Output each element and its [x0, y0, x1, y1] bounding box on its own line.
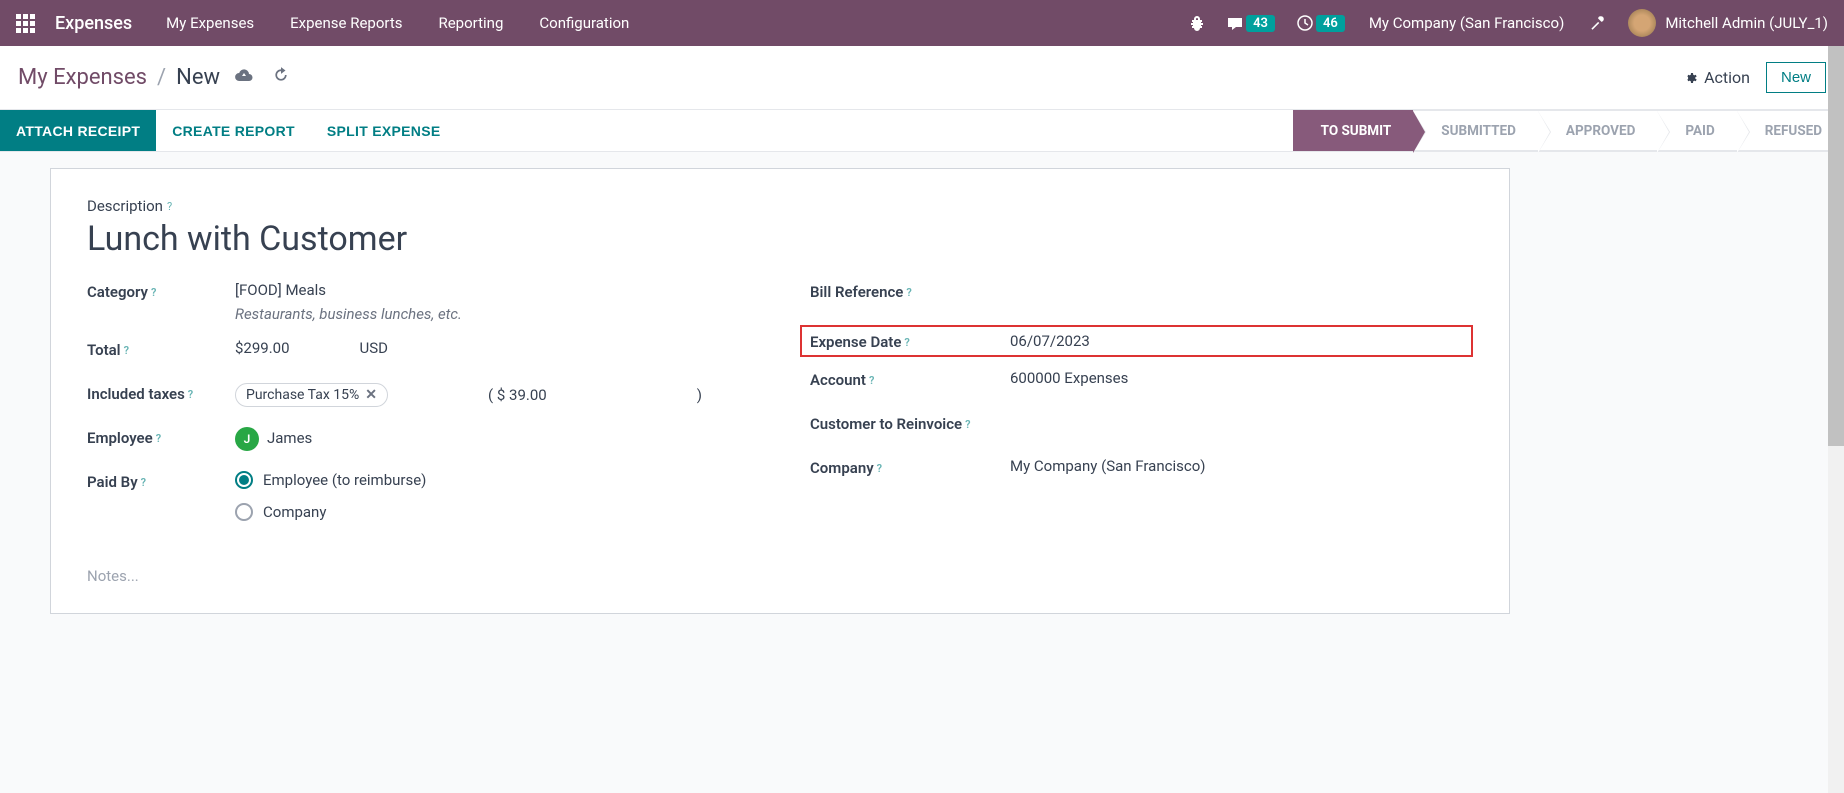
help-icon[interactable]: ?	[156, 432, 161, 445]
account-field[interactable]: 600000 Expenses	[1010, 369, 1473, 387]
expense-date-highlight: Expense Date? 06/07/2023	[800, 325, 1473, 357]
new-button[interactable]: New	[1766, 62, 1826, 93]
help-icon[interactable]: ?	[904, 336, 909, 349]
category-hint: Restaurants, business lunches, etc.	[235, 305, 750, 323]
split-expense-button[interactable]: SPLIT EXPENSE	[311, 110, 457, 151]
employee-avatar: J	[235, 427, 259, 451]
gear-icon	[1682, 70, 1698, 86]
employee-field[interactable]: JJames	[235, 427, 750, 451]
description-input[interactable]: Lunch with Customer	[87, 219, 1473, 259]
help-icon[interactable]: ?	[965, 418, 970, 431]
status-bar: TO SUBMIT SUBMITTED APPROVED PAID REFUSE…	[1293, 110, 1844, 151]
expense-date-label: Expense Date?	[810, 331, 1010, 351]
menu-expense-reports[interactable]: Expense Reports	[274, 14, 418, 32]
activities-icon[interactable]: 46	[1289, 9, 1353, 38]
help-icon[interactable]: ?	[167, 200, 172, 213]
discard-icon[interactable]	[268, 66, 294, 89]
remove-tag-icon[interactable]: ✕	[365, 387, 377, 403]
messages-icon[interactable]: 43	[1219, 9, 1283, 38]
paid-by-company-radio[interactable]: Company	[235, 503, 750, 521]
help-icon[interactable]: ?	[877, 462, 882, 475]
bill-reference-label: Bill Reference?	[810, 281, 1010, 301]
breadcrumb-separator: /	[157, 65, 166, 90]
help-icon[interactable]: ?	[124, 344, 129, 357]
help-icon[interactable]: ?	[188, 388, 193, 401]
form-sheet: Description? Lunch with Customer Categor…	[50, 168, 1510, 614]
menu-my-expenses[interactable]: My Expenses	[150, 14, 270, 32]
currency-field[interactable]: USD	[360, 339, 388, 357]
help-icon[interactable]: ?	[141, 476, 146, 489]
tax-tag[interactable]: Purchase Tax 15% ✕	[235, 383, 388, 407]
menu-configuration[interactable]: Configuration	[523, 14, 645, 32]
status-submitted[interactable]: SUBMITTED	[1413, 110, 1538, 151]
account-label: Account?	[810, 369, 1010, 389]
expense-date-field[interactable]: 06/07/2023	[1010, 332, 1463, 350]
user-name: Mitchell Admin (JULY_1)	[1659, 14, 1828, 32]
scrollbar[interactable]	[1828, 46, 1844, 793]
menu-reporting[interactable]: Reporting	[422, 14, 519, 32]
action-menu[interactable]: Action	[1682, 68, 1750, 87]
create-report-button[interactable]: CREATE REPORT	[156, 110, 311, 151]
radio-icon	[235, 471, 253, 489]
activities-badge: 46	[1316, 15, 1345, 32]
paid-by-label: Paid By?	[87, 471, 235, 491]
apps-icon[interactable]	[8, 6, 43, 41]
status-approved[interactable]: APPROVED	[1538, 110, 1657, 151]
breadcrumb-parent[interactable]: My Expenses	[18, 65, 147, 90]
button-toolbar: ATTACH RECEIPT CREATE REPORT SPLIT EXPEN…	[0, 110, 1844, 152]
messages-badge: 43	[1246, 15, 1275, 32]
status-to-submit[interactable]: TO SUBMIT	[1293, 110, 1414, 151]
app-name[interactable]: Expenses	[47, 13, 146, 34]
top-navbar: Expenses My Expenses Expense Reports Rep…	[0, 0, 1844, 46]
paid-by-employee-radio[interactable]: Employee (to reimburse)	[235, 471, 750, 489]
total-amount-field[interactable]: $299.00	[235, 339, 290, 357]
help-icon[interactable]: ?	[906, 286, 911, 299]
radio-icon	[235, 503, 253, 521]
company-field[interactable]: My Company (San Francisco)	[1010, 457, 1473, 475]
employee-label: Employee?	[87, 427, 235, 447]
breadcrumb: My Expenses / New	[18, 65, 294, 90]
included-taxes-label: Included taxes?	[87, 383, 235, 403]
breadcrumb-current: New	[176, 65, 220, 90]
tax-amount: ( $ 39.00	[488, 386, 547, 404]
attach-receipt-button[interactable]: ATTACH RECEIPT	[0, 110, 156, 151]
customer-reinvoice-label: Customer to Reinvoice?	[810, 413, 1010, 433]
notes-input[interactable]: Notes...	[87, 567, 1473, 585]
category-field[interactable]: [FOOD] Meals Restaurants, business lunch…	[235, 281, 750, 323]
help-icon[interactable]: ?	[869, 374, 874, 387]
avatar	[1628, 9, 1656, 37]
company-label: Company?	[810, 457, 1010, 477]
user-menu[interactable]: Mitchell Admin (JULY_1)	[1620, 3, 1836, 43]
control-panel: My Expenses / New Action New	[0, 46, 1844, 110]
tools-icon[interactable]	[1580, 8, 1614, 38]
help-icon[interactable]: ?	[151, 286, 156, 299]
description-label: Description?	[87, 197, 1473, 215]
company-selector[interactable]: My Company (San Francisco)	[1359, 14, 1574, 32]
category-label: Category?	[87, 281, 235, 301]
debug-icon[interactable]	[1181, 9, 1213, 37]
cloud-save-icon[interactable]	[230, 67, 258, 88]
total-label: Total?	[87, 339, 235, 359]
